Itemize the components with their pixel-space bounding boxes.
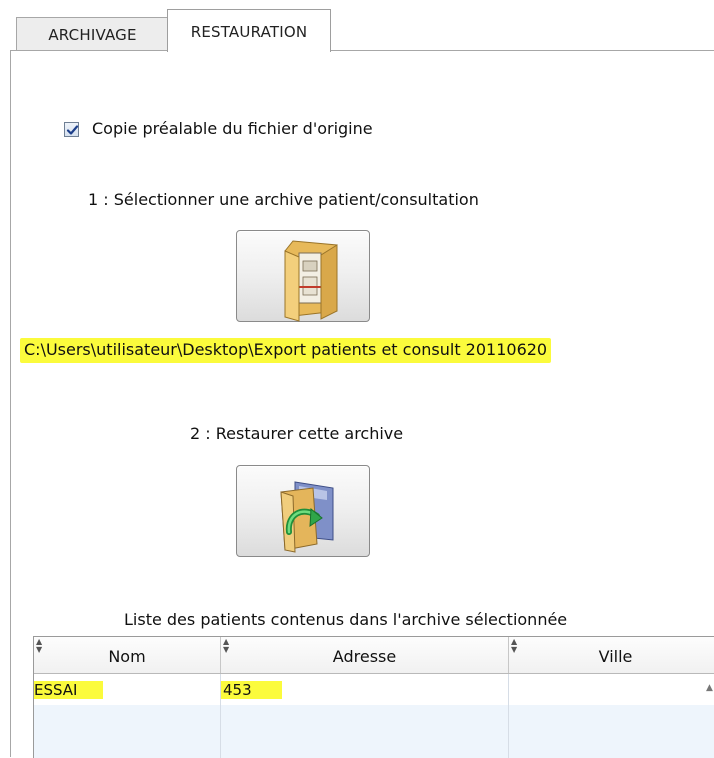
cell-nom: ESSAI bbox=[34, 674, 221, 705]
tab-restauration[interactable]: RESTAURATION bbox=[167, 9, 331, 52]
copy-original-label: Copie préalable du fichier d'origine bbox=[92, 119, 373, 138]
panel-border-top bbox=[10, 50, 714, 51]
column-header-nom[interactable]: ▲ ▼ Nom bbox=[34, 637, 221, 673]
table-header: ▲▼ Nom ▲▼ Adresse ▲▼ Ville ▶ bbox=[34, 637, 714, 674]
sort-icon: ▲ ▼ bbox=[36, 637, 43, 654]
cell-adresse: 453 bbox=[221, 674, 509, 705]
checkmark-icon bbox=[66, 125, 79, 135]
tab-archivage[interactable]: ARCHIVAGE bbox=[16, 17, 169, 51]
cell-ville bbox=[509, 674, 714, 705]
scroll-up-icon[interactable]: ▲ bbox=[706, 683, 713, 693]
patients-list-title: Liste des patients contenus dans l'archi… bbox=[124, 610, 568, 629]
selected-archive-path: C:\Users\utilisateur\Desktop\Export pati… bbox=[20, 338, 552, 363]
column-header-ville[interactable]: ▲ ▼ Ville bbox=[509, 637, 714, 673]
select-archive-button[interactable] bbox=[236, 230, 370, 322]
folder-restore-icon bbox=[280, 481, 334, 553]
folder-open-icon bbox=[284, 240, 338, 322]
patients-table[interactable]: ▲▼ Nom ▲▼ Adresse ▲▼ Ville ▶ ESSAI 453 ▲ bbox=[33, 636, 714, 758]
column-header-adresse[interactable]: ▲ ▼ Adresse bbox=[221, 637, 509, 673]
restore-archive-button[interactable] bbox=[236, 465, 370, 557]
sort-icon: ▲ ▼ bbox=[223, 637, 230, 654]
panel-border-left bbox=[10, 50, 11, 757]
step2-label: 2 : Restaurer cette archive bbox=[190, 424, 404, 443]
tab-bar: ARCHIVAGE RESTAURATION bbox=[0, 0, 714, 52]
table-row-empty bbox=[34, 705, 714, 758]
step1-label: 1 : Sélectionner une archive patient/con… bbox=[88, 190, 479, 209]
copy-original-checkbox[interactable] bbox=[64, 122, 79, 137]
sort-icon: ▲ ▼ bbox=[511, 637, 518, 654]
table-row[interactable]: ESSAI 453 bbox=[34, 674, 714, 705]
